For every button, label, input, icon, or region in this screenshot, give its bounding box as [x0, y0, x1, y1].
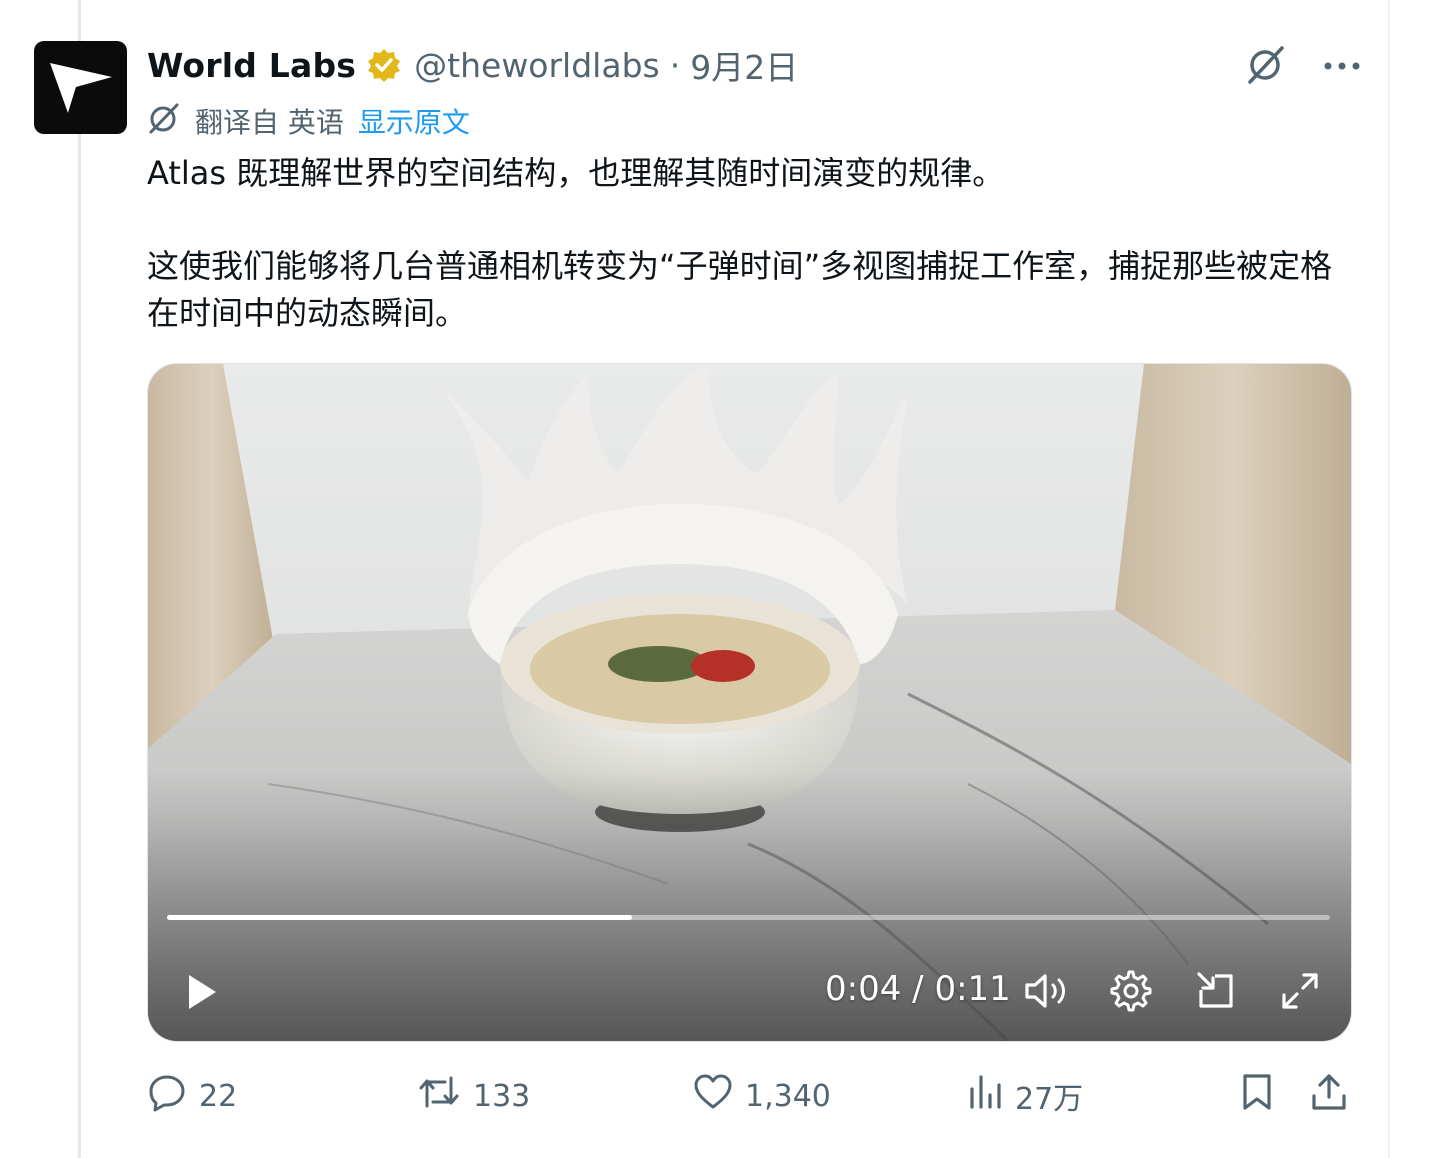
video-duration: 0:11 [934, 969, 1011, 1009]
like-button[interactable]: 1,340 [693, 1070, 831, 1122]
tweet-paragraph: 这使我们能够将几台普通相机转变为“子弹时间”多视图捕捉工作室，捕捉那些被定格在时… [147, 247, 1333, 332]
repost-button[interactable]: 133 [417, 1070, 530, 1122]
video-progress-bar[interactable] [167, 915, 1330, 920]
tweet-top-actions [1244, 42, 1362, 90]
world-labs-logo [49, 62, 112, 113]
tweet-date[interactable]: 9月2日 [690, 41, 798, 89]
like-icon [693, 1073, 733, 1119]
video-progress-fill [167, 915, 633, 920]
like-count: 1,340 [745, 1078, 831, 1114]
video-current-time: 0:04 [825, 969, 902, 1009]
fullscreen-icon[interactable] [1278, 968, 1322, 1014]
show-original-link[interactable]: 显示原文 [358, 101, 470, 141]
bookmark-icon [1239, 1072, 1275, 1120]
repost-count: 133 [473, 1078, 531, 1114]
grok-icon[interactable] [1244, 42, 1288, 90]
pip-icon[interactable] [1194, 968, 1238, 1014]
tweet-text: Atlas 既理解世界的空间结构，也理解其随时间演变的规律。 这使我们能够将几台… [147, 150, 1347, 337]
reply-button[interactable]: 22 [147, 1070, 237, 1122]
volume-icon[interactable] [1022, 968, 1072, 1014]
translation-notice: 翻译自 英语 显示原文 [147, 100, 470, 142]
timeline-right-border [1388, 0, 1390, 1158]
settings-icon[interactable] [1108, 968, 1154, 1014]
verified-badge-icon[interactable] [366, 47, 402, 83]
more-icon[interactable] [1322, 57, 1362, 76]
views-icon [967, 1073, 1003, 1119]
timeline-left-border [78, 0, 81, 1158]
video-frame [148, 364, 1351, 1041]
play-icon[interactable] [182, 970, 222, 1014]
author-handle[interactable]: @theworldlabs [414, 46, 660, 85]
tweet-action-bar: 22 133 1,340 27万 [147, 1070, 1350, 1122]
tweet-paragraph: Atlas 既理解世界的空间结构，也理解其随时间演变的规律。 [147, 154, 1005, 192]
translate-icon [147, 101, 181, 142]
reply-icon [147, 1072, 187, 1120]
bookmark-button[interactable] [1239, 1070, 1275, 1122]
share-button[interactable] [1309, 1070, 1349, 1122]
header-separator: · [669, 45, 681, 85]
video-time-separator: / [901, 969, 935, 1009]
video-time: 0:04 / 0:11 [825, 969, 1011, 1009]
views-count: 27万 [1015, 1082, 1084, 1117]
translated-from-label: 翻译自 英语 [195, 106, 344, 139]
views-button[interactable]: 27万 [967, 1070, 1083, 1122]
repost-icon [417, 1072, 461, 1120]
video-player[interactable]: 0:04 / 0:11 [147, 363, 1352, 1042]
author-name[interactable]: World Labs [147, 46, 356, 85]
share-icon [1309, 1072, 1349, 1120]
tweet-header: World Labs @theworldlabs · 9月2日 [147, 42, 798, 88]
reply-count: 22 [199, 1078, 238, 1114]
avatar[interactable] [34, 41, 127, 134]
